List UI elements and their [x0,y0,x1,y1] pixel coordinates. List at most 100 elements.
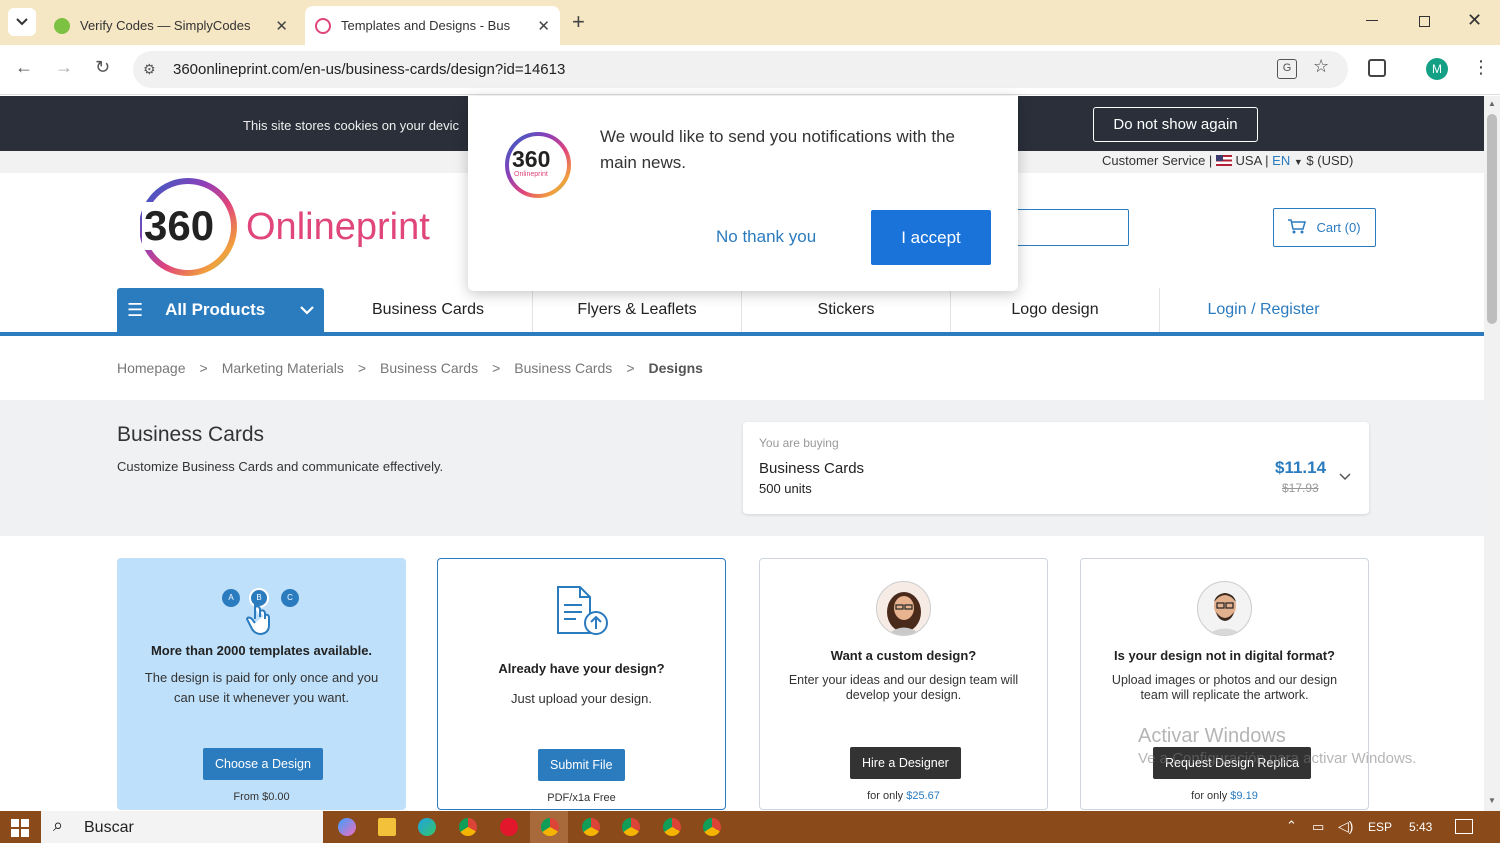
card-price-note: for only $25.67 [760,790,1047,802]
chevron-down-icon [300,300,314,320]
minimize-icon[interactable] [1366,20,1378,21]
translate-icon[interactable]: G [1277,59,1297,79]
designer-avatar [876,581,931,636]
nav-underline [0,332,1484,336]
popup-message: We would like to send you notifications … [600,127,955,172]
volume-icon[interactable]: ◁) [1338,818,1353,835]
tab-list-dropdown-icon[interactable] [8,8,36,36]
language-selector[interactable]: EN [1272,153,1290,168]
menu-kebab-icon[interactable]: ⋮ [1472,57,1490,78]
extensions-icon[interactable] [1368,59,1386,77]
request-design-replica-button[interactable]: Request Design Replica [1153,747,1312,779]
opera-icon[interactable] [500,818,518,836]
new-tab-icon[interactable]: + [572,9,585,35]
forward-icon[interactable]: → [55,57,73,78]
upload-document-icon [554,585,610,642]
tray-chevron-up-icon[interactable]: ⌃ [1286,818,1297,834]
all-products-menu-button[interactable]: ☰ All Products [117,288,324,332]
dropdown-caret-icon[interactable]: ▼ [1294,157,1303,167]
edge-icon[interactable] [418,818,436,836]
card-description: The design is paid for only once and you… [144,670,379,705]
notification-permission-popup: 360 Onlineprint We would like to send yo… [468,96,1018,291]
chrome-icon[interactable] [541,818,559,836]
tab-templates-designs[interactable]: Templates and Designs - Busine ✕ [305,6,560,45]
nav-business-cards[interactable]: Business Cards [324,288,533,332]
restore-icon[interactable] [1419,16,1430,27]
browser-tab-strip: Verify Codes — SimplyCodes ✕ Templates a… [0,0,1500,45]
designer-avatar [1197,581,1252,636]
card-custom-design[interactable]: Want a custom design? Enter your ideas a… [759,558,1048,810]
price-prefix: for only [1191,790,1231,802]
search-icon: ⌕ [53,815,64,835]
input-language[interactable]: ESP [1368,820,1392,834]
country-selector[interactable]: USA [1236,153,1262,168]
url-text[interactable]: 360onlineprint.com/en-us/business-cards/… [173,61,565,78]
card-description: Enter your ideas and our design team wil… [788,673,1019,702]
card-design-replica[interactable]: Is your design not in digital format? Up… [1080,558,1369,810]
nav-flyers-leaflets[interactable]: Flyers & Leaflets [533,288,742,332]
do-not-show-again-button[interactable]: Do not show again [1093,107,1258,142]
popup-logo: 360 Onlineprint [504,130,574,200]
breadcrumb-business-cards[interactable]: Business Cards [380,360,478,376]
chrome-icon[interactable] [703,818,721,836]
step-a-icon: A [222,589,240,607]
purchase-summary-box[interactable]: You are buying Business Cards 500 units … [743,422,1369,514]
taskbar-search-box[interactable]: ⌕ Buscar [41,811,323,843]
expand-chevron-icon[interactable] [1339,468,1351,486]
breadcrumb-homepage[interactable]: Homepage [117,360,186,376]
card-title: More than 2000 templates available. [150,643,373,658]
search-input[interactable] [1015,209,1129,246]
card-upload[interactable]: Already have your design? Just upload yo… [437,558,726,810]
close-window-icon[interactable]: ✕ [1467,10,1482,31]
customer-service-link[interactable]: Customer Service | [1102,153,1216,168]
hand-pointer-icon [245,599,275,642]
network-icon[interactable]: ▭ [1312,819,1324,835]
popup-logo-number: 360 [512,146,551,172]
page-subtitle: Customize Business Cards and communicate… [117,459,444,474]
profile-avatar[interactable]: M [1426,58,1448,80]
windows-start-icon[interactable] [11,819,29,837]
close-tab-icon[interactable]: ✕ [537,17,550,35]
tab-simplycodes[interactable]: Verify Codes — SimplyCodes ✕ [42,6,300,45]
chrome-icon[interactable] [582,818,600,836]
logo-number: 360 [142,202,217,250]
card-templates[interactable]: A B C More than 2000 templates available… [117,558,406,810]
buying-old-price: $17.93 [1282,481,1319,495]
address-bar[interactable]: ⚙ 360onlineprint.com/en-us/business-card… [133,51,1348,88]
clock-time[interactable]: 5:43 [1409,820,1432,834]
site-info-icon[interactable]: ⚙ [143,61,156,78]
copilot-icon[interactable] [338,818,356,836]
scrollbar-thumb[interactable] [1487,114,1497,324]
no-thank-you-button[interactable]: No thank you [716,227,816,247]
close-tab-icon[interactable]: ✕ [275,17,288,35]
site-logo[interactable]: 360 Onlineprint [139,175,450,280]
buying-units: 500 units [759,481,812,496]
login-register-link[interactable]: Login / Register [1160,288,1367,332]
tab-title: Verify Codes — SimplyCodes [80,18,250,33]
choose-design-button[interactable]: Choose a Design [203,748,323,780]
breadcrumb-marketing[interactable]: Marketing Materials [222,360,344,376]
scroll-down-icon[interactable]: ▼ [1488,796,1496,805]
chrome-icon[interactable] [622,818,640,836]
breadcrumb-business-cards-2[interactable]: Business Cards [514,360,612,376]
back-icon[interactable]: ← [15,57,33,78]
bookmark-star-icon[interactable]: ☆ [1313,56,1329,77]
scroll-up-icon[interactable]: ▲ [1488,99,1496,108]
file-explorer-icon[interactable] [378,818,396,836]
accept-button[interactable]: I accept [871,210,991,265]
card-description: Upload images or photos and our design t… [1111,673,1338,702]
nav-logo-design[interactable]: Logo design [951,288,1160,332]
notifications-icon[interactable] [1455,819,1473,834]
chrome-icon[interactable] [459,818,477,836]
hire-designer-button[interactable]: Hire a Designer [850,747,961,779]
reload-icon[interactable]: ↻ [95,57,110,78]
price-value: $9.19 [1230,790,1258,802]
submit-file-button[interactable]: Submit File [538,749,625,781]
page-scrollbar[interactable]: ▲ ▼ [1484,96,1500,811]
breadcrumb-separator: > [492,360,501,376]
nav-stickers[interactable]: Stickers [742,288,951,332]
chrome-icon[interactable] [663,818,681,836]
cart-icon [1288,218,1307,237]
cart-button[interactable]: Cart (0) [1273,208,1376,247]
currency-selector[interactable]: $ (USD) [1303,153,1353,168]
